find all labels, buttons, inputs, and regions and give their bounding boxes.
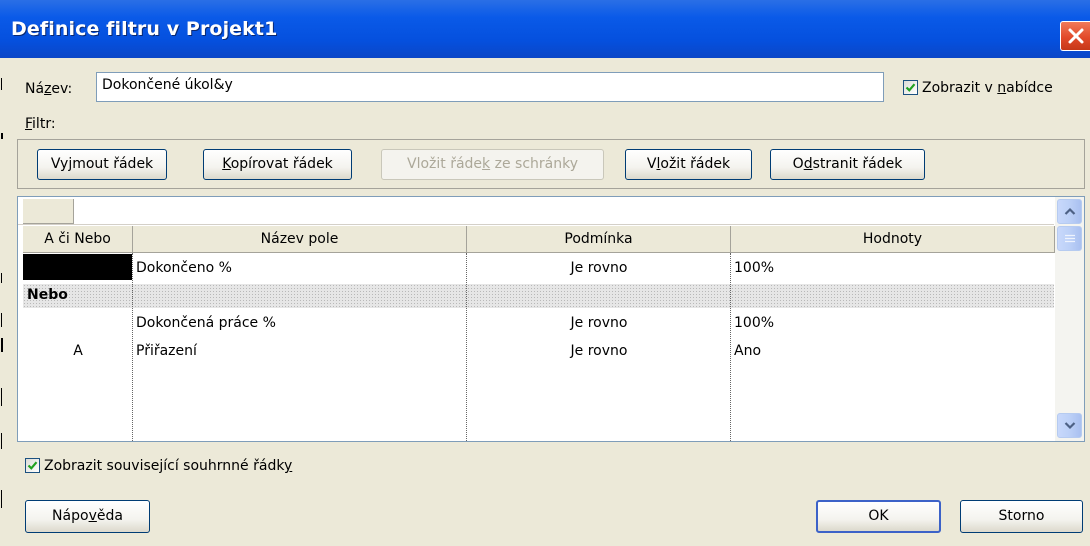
filter-label: Filtr: <box>25 116 56 132</box>
delete-row-button[interactable]: Odstranit řádek <box>770 149 925 180</box>
scroll-down-button[interactable] <box>1057 413 1082 438</box>
group-row-background <box>23 284 1054 308</box>
filter-name-value: Dokončené úkol&y <box>102 77 233 93</box>
row-1-field[interactable]: Dokončeno % <box>136 260 232 276</box>
show-summary-rows-checkbox[interactable] <box>25 458 40 473</box>
filter-criteria-grid[interactable]: A či Nebo Název pole Podmínka Hodnoty Do… <box>17 196 1085 442</box>
column-header-field[interactable]: Název pole <box>133 226 467 253</box>
paste-row-button[interactable]: Vložit řádek ze schránky <box>381 149 604 180</box>
grid-divider <box>18 224 1054 225</box>
row-3-value[interactable]: 100% <box>734 315 774 331</box>
cut-row-button[interactable]: Vyjmout řádek <box>37 149 167 180</box>
row-4-condition[interactable]: Je rovno <box>468 343 730 359</box>
scroll-thumb[interactable] <box>1057 226 1082 251</box>
vertical-scrollbar[interactable] <box>1055 197 1084 441</box>
row-1-condition[interactable]: Je rovno <box>468 260 730 276</box>
grid-edit-cell[interactable] <box>23 199 74 224</box>
checkmark-icon <box>27 461 38 470</box>
column-header-values[interactable]: Hodnoty <box>731 226 1055 253</box>
show-in-menu-label[interactable]: Zobrazit v nabídce <box>922 80 1053 96</box>
copy-row-button[interactable]: Kopírovat řádek <box>203 149 352 180</box>
help-button[interactable]: Nápověda <box>25 500 150 533</box>
close-icon <box>1068 28 1084 44</box>
row-toolbar: Vyjmout řádek Kopírovat řádek Vložit řád… <box>17 139 1085 189</box>
row-4-value[interactable]: Ano <box>734 343 761 359</box>
selected-cell[interactable] <box>23 254 132 280</box>
column-divider <box>466 253 467 441</box>
window-title: Definice filtru v Projekt1 <box>11 18 278 40</box>
filter-definition-dialog: Definice filtru v Projekt1 Název: Dokonč… <box>0 0 1090 546</box>
name-label: Název: <box>25 81 73 97</box>
checkmark-icon <box>905 83 916 92</box>
row-3-condition[interactable]: Je rovno <box>468 315 730 331</box>
grip-icon <box>1065 234 1075 243</box>
row-1-value[interactable]: 100% <box>734 260 774 276</box>
row-3-field[interactable]: Dokončená práce % <box>136 315 276 331</box>
ok-button[interactable]: OK <box>816 500 941 533</box>
title-bar[interactable]: Definice filtru v Projekt1 <box>0 0 1090 58</box>
chevron-down-icon <box>1064 422 1076 430</box>
insert-row-button[interactable]: Vložit řádek <box>625 149 752 180</box>
column-divider <box>730 253 731 441</box>
row-4-field[interactable]: Přiřazení <box>136 343 197 359</box>
show-summary-rows-label[interactable]: Zobrazit související souhrnné řádky <box>44 458 292 474</box>
scroll-up-button[interactable] <box>1057 199 1082 224</box>
chevron-up-icon <box>1064 207 1076 215</box>
close-button[interactable] <box>1060 21 1090 51</box>
cancel-button[interactable]: Storno <box>960 500 1083 533</box>
column-header-condition[interactable]: Podmínka <box>467 226 731 253</box>
row-4-andor[interactable]: A <box>23 343 133 359</box>
show-in-menu-checkbox[interactable] <box>903 80 918 95</box>
column-header-andor[interactable]: A či Nebo <box>23 226 133 253</box>
filter-name-input[interactable]: Dokončené úkol&y <box>96 72 884 102</box>
background-window-edge <box>0 58 6 546</box>
row-2-andor[interactable]: Nebo <box>27 287 68 303</box>
